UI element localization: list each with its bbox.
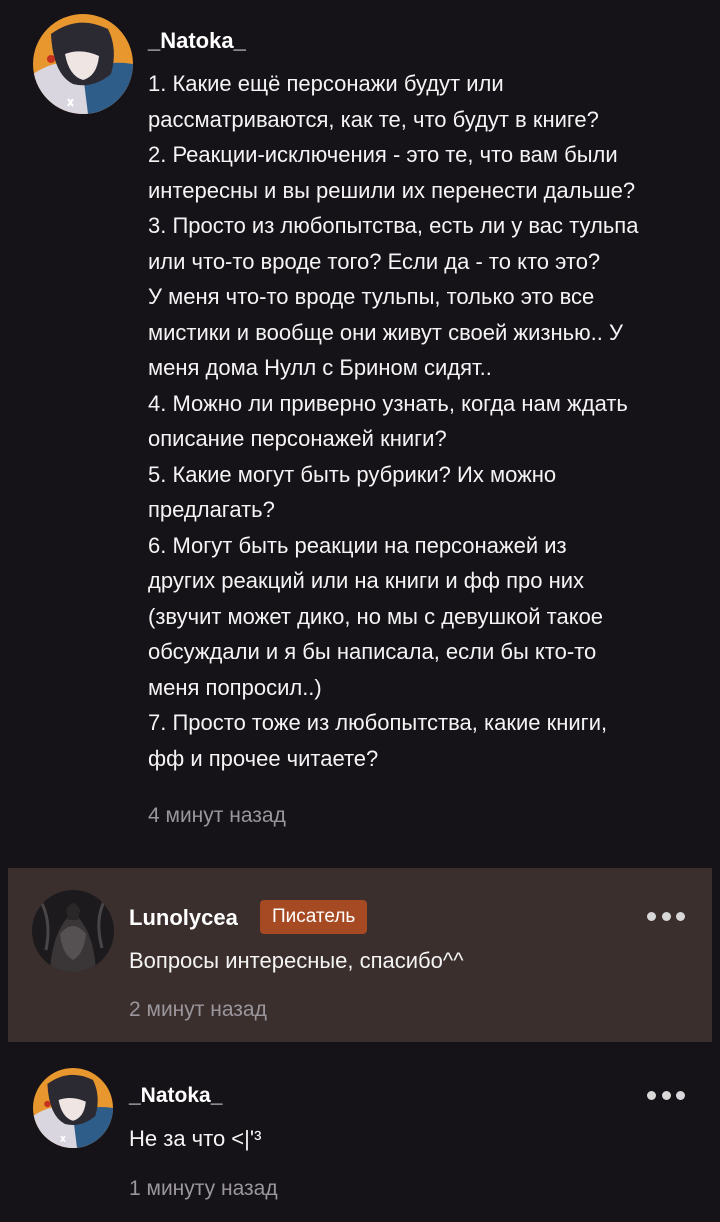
timestamp: 2 минут назад — [129, 998, 267, 1021]
anime-avatar-icon — [33, 1068, 113, 1148]
comment-line: 4. Можно ли приверно узнать, когда нам ж… — [148, 390, 628, 416]
comment-line: рассматриваются, как те, что будут в кни… — [148, 106, 599, 132]
comment-line: 5. Какие могут быть рубрики? Их можно — [148, 461, 557, 487]
dark-figure-avatar-icon — [32, 890, 114, 972]
comment-line: интересны и вы решили их перенести дальш… — [148, 177, 636, 203]
comment-line: или что-то вроде того? Если да - то кто … — [148, 248, 601, 274]
dot — [647, 911, 656, 921]
more-dots-icon[interactable] — [647, 1086, 685, 1104]
writer-badge: Писатель — [260, 900, 368, 934]
comment-line: 6. Могут быть реакции на персонажей из — [148, 532, 567, 558]
anime-avatar-icon — [33, 14, 133, 114]
dot — [647, 1090, 656, 1100]
comment-line: фф и прочее читаете? — [148, 745, 379, 771]
avatar[interactable] — [32, 890, 114, 972]
author-name[interactable]: _Natoka_ — [148, 28, 246, 54]
timestamp: 4 минут назад — [148, 804, 286, 827]
comment-line: 2. Реакции-исключения - это те, что вам … — [148, 142, 618, 167]
dot — [676, 911, 685, 921]
more-dots-icon[interactable] — [647, 907, 685, 925]
dot — [661, 1090, 671, 1100]
author-name[interactable]: Lunolycea — [129, 905, 238, 931]
reply-text: Вопросы интересные, спасибо^^ — [129, 948, 464, 973]
comment-line: меня дома Нулл с Брином сидят.. — [148, 355, 492, 380]
comment-text: 1. Какие ещё персонажи будут или рассмат… — [148, 66, 708, 776]
avatar[interactable] — [33, 14, 133, 114]
comment: _Natoka_ 1. Какие ещё персонажи будут ил… — [0, 0, 720, 860]
comment-line: 3. Просто из любопытства, есть ли у вас … — [148, 213, 639, 238]
comment-line: предлагать? — [148, 497, 275, 522]
avatar[interactable] — [33, 1068, 113, 1148]
author-name[interactable]: _Natoka_ — [129, 1084, 222, 1108]
reply: _Natoka_ Не за что <|'³ 1 минуту назад — [0, 1050, 720, 1222]
reply-highlighted: Lunolycea Писатель Вопросы интересные, с… — [8, 868, 712, 1042]
comment-line: обсуждали и я бы написала, если бы кто-т… — [148, 639, 597, 664]
reply-text: Не за что <|'³ — [129, 1126, 262, 1151]
comment-line: У меня что-то вроде тульпы, только это в… — [148, 284, 595, 309]
comment-line: (звучит может дико, но мы с девушкой так… — [148, 603, 604, 629]
dot — [676, 1090, 685, 1100]
comment-line: меня попросил..) — [148, 674, 322, 700]
comment-line: 7. Просто тоже из любопытства, какие кни… — [148, 710, 608, 735]
comment-line: мистики и вообще они живут своей жизнью.… — [148, 319, 623, 345]
timestamp: 1 минуту назад — [129, 1177, 278, 1200]
comment-line: описание персонажей книги? — [148, 426, 447, 451]
dot — [661, 911, 671, 921]
comment-line: других реакций или на книги и фф про них — [148, 568, 585, 593]
comment-line: 1. Какие ещё персонажи будут или — [148, 71, 504, 96]
